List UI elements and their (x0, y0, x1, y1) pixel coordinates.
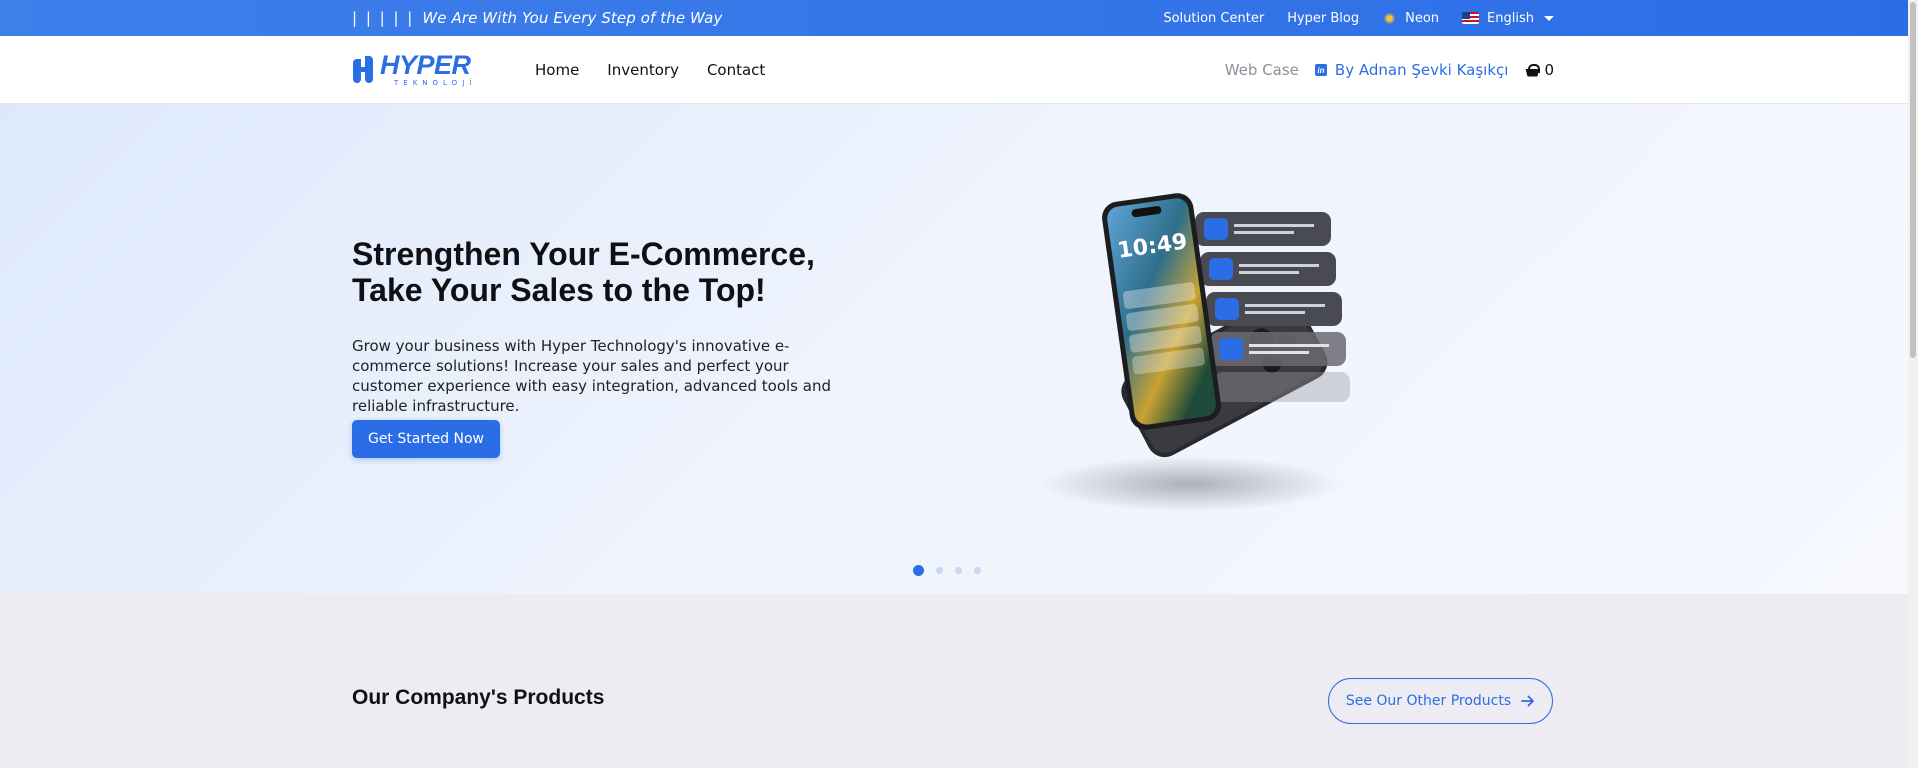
theme-toggle[interactable]: Neon (1382, 11, 1439, 26)
slider-dot-4[interactable] (974, 567, 981, 574)
logo[interactable]: HYPER TEKNOLOJİ (352, 52, 476, 87)
slider-dot-3[interactable] (955, 567, 962, 574)
basket-icon (1524, 63, 1541, 77)
top-announcement-bar: | | | | | We Are With You Every Step of t… (0, 0, 1908, 36)
author-link[interactable]: in By Adnan Şevki Kaşıkçı (1314, 61, 1509, 79)
tagline-text: We Are With You Every Step of the Way (422, 9, 723, 27)
author-name: By Adnan Şevki Kaşıkçı (1334, 61, 1509, 79)
scrollbar-thumb[interactable] (1910, 2, 1916, 358)
nav-home[interactable]: Home (535, 61, 579, 79)
products-title: Our Company's Products (352, 686, 605, 709)
phone-illustration: 10:49 (1040, 193, 1350, 512)
page-scrollbar[interactable] (1908, 0, 1918, 768)
nav-inventory[interactable]: Inventory (607, 61, 679, 79)
us-flag-icon (1462, 12, 1480, 24)
see-other-products-button[interactable]: See Our Other Products (1328, 678, 1553, 724)
sun-icon (1382, 11, 1397, 26)
hero-title: Strengthen Your E-Commerce, Take Your Sa… (352, 236, 912, 308)
nav-links: Home Inventory Contact (535, 36, 765, 104)
hero-title-line1: Strengthen Your E-Commerce, (352, 236, 815, 272)
language-selector[interactable]: English (1462, 11, 1554, 26)
blog-link[interactable]: Hyper Blog (1287, 11, 1359, 26)
language-label: English (1487, 10, 1534, 26)
cart-count: 0 (1544, 61, 1554, 79)
solution-center-link[interactable]: Solution Center (1163, 11, 1264, 26)
see-other-products-label: See Our Other Products (1345, 693, 1512, 709)
nav-right: Web Case in By Adnan Şevki Kaşıkçı 0 (1225, 36, 1554, 104)
slider-dot-1[interactable] (913, 565, 924, 576)
tagline-bars: | | | | | (352, 9, 415, 27)
hero-description: Grow your business with Hyper Technology… (352, 337, 831, 415)
slider-dot-2[interactable] (936, 567, 943, 574)
hero-slider: Strengthen Your E-Commerce, Take Your Sa… (0, 104, 1908, 594)
logo-sub: TEKNOLOJİ (394, 79, 477, 87)
top-links: Solution Center Hyper Blog Neon English (1163, 0, 1554, 36)
web-case-label: Web Case (1224, 61, 1299, 79)
main-navbar: HYPER TEKNOLOJİ Home Inventory Contact W… (0, 36, 1908, 104)
nav-contact[interactable]: Contact (707, 61, 765, 79)
linkedin-icon: in (1314, 64, 1327, 76)
get-started-button[interactable]: Get Started Now (352, 420, 500, 458)
logo-main: HYPER (380, 50, 471, 80)
theme-label: Neon (1405, 10, 1440, 26)
logo-text: HYPER TEKNOLOJİ (380, 52, 476, 87)
logo-mark-icon (352, 55, 378, 85)
tagline: | | | | | We Are With You Every Step of t… (352, 9, 722, 27)
chevron-down-icon (1544, 15, 1554, 21)
notification-bubbles (1195, 212, 1350, 402)
hero-title-line2: Take Your Sales to the Top! (352, 272, 766, 308)
cart-button[interactable]: 0 (1524, 61, 1554, 79)
slider-dots (913, 565, 981, 576)
arrow-right-icon (1521, 695, 1535, 707)
